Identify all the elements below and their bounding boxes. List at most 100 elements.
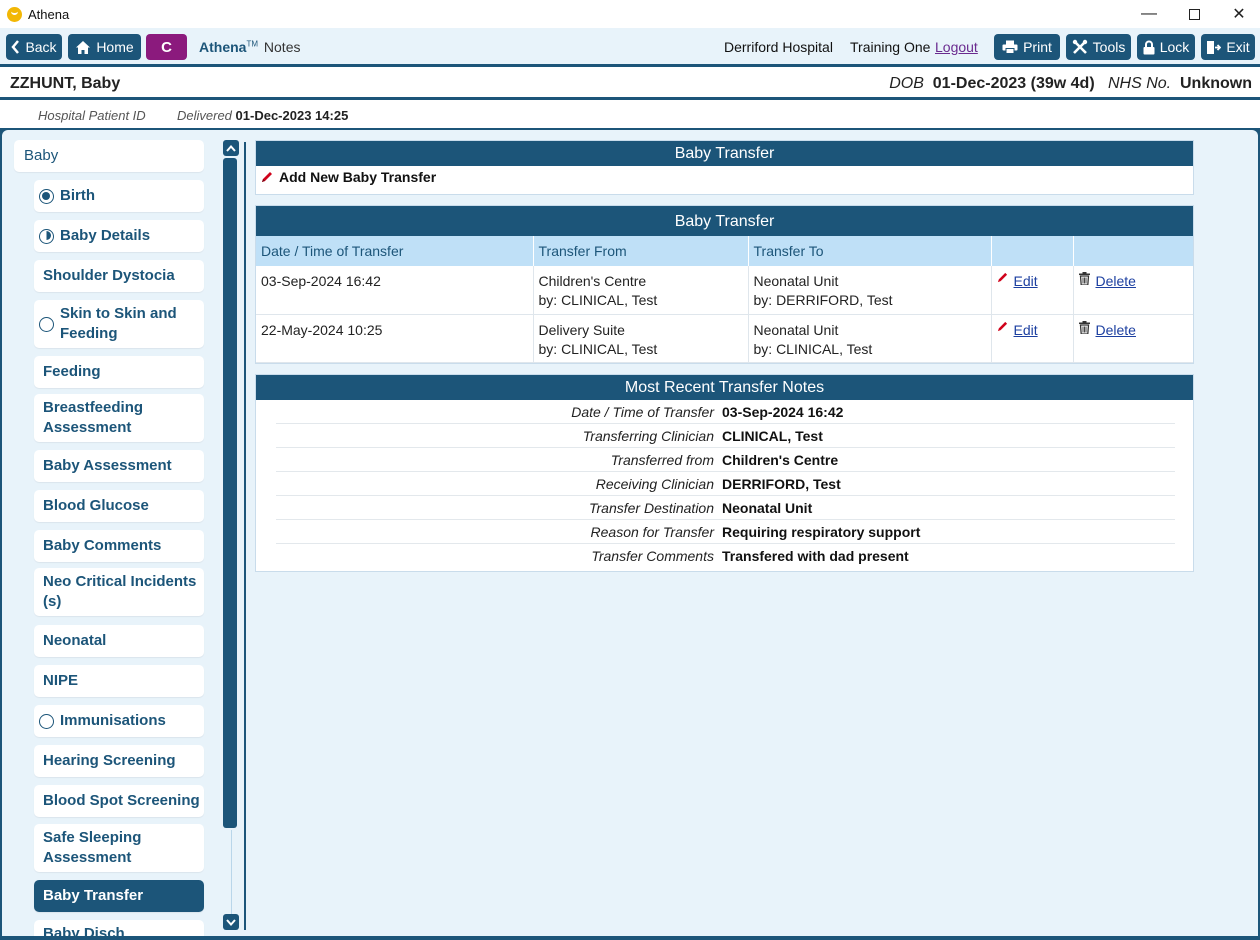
sidebar-header-baby[interactable]: Baby bbox=[14, 140, 204, 172]
sidebar-item-label: Neonatal bbox=[43, 632, 107, 649]
transfer-to-by: by: DERRIFORD, Test bbox=[753, 292, 893, 308]
notes-row: Reason for Transfer Requiring respirator… bbox=[276, 520, 1175, 544]
sidebar-item-label: Safe Sleeping Assessment bbox=[43, 829, 142, 866]
delivered-value: 01-Dec-2023 14:25 bbox=[235, 108, 349, 123]
sidebar-item-baby-assessment[interactable]: Baby Assessment bbox=[34, 450, 204, 482]
column-header: Date / Time of Transfer bbox=[256, 236, 534, 266]
notes-value: Requiring respiratory support bbox=[722, 523, 921, 540]
edit-cell: Edit bbox=[991, 314, 1074, 363]
scroll-down-button[interactable] bbox=[223, 914, 239, 930]
sidebar-item-hearing-screening[interactable]: Hearing Screening bbox=[34, 745, 204, 777]
lock-icon bbox=[1143, 40, 1155, 54]
c-button[interactable]: C bbox=[146, 34, 187, 60]
sidebar-item-neo-critical-incidents[interactable]: Neo Critical Incidents (s) bbox=[34, 568, 204, 616]
close-button[interactable]: ✕ bbox=[1216, 0, 1260, 28]
notes-row: Transfer Destination Neonatal Unit bbox=[276, 496, 1175, 520]
back-button[interactable]: Back bbox=[6, 34, 62, 60]
sidebar-item-breastfeeding[interactable]: Breastfeeding Assessment bbox=[34, 394, 204, 442]
notes-value: Transfered with dad present bbox=[722, 548, 909, 564]
sidebar-item-immunisations[interactable]: Immunisations bbox=[34, 705, 204, 737]
tools-button[interactable]: Tools bbox=[1066, 34, 1131, 60]
transfer-from-cell: Delivery Suite by: CLINICAL, Test bbox=[533, 314, 749, 363]
trash-icon bbox=[1078, 272, 1090, 285]
sidebar-item-shoulder-dystocia[interactable]: Shoulder Dystocia bbox=[34, 260, 204, 292]
sidebar-item-baby-discharge[interactable]: Baby Disch bbox=[34, 920, 204, 936]
home-button[interactable]: Home bbox=[68, 34, 141, 60]
sidebar-item-blood-spot-screening[interactable]: Blood Spot Screening bbox=[34, 785, 204, 817]
status-empty-icon bbox=[39, 316, 54, 332]
maximize-button[interactable] bbox=[1171, 0, 1217, 28]
home-icon bbox=[76, 40, 91, 54]
sidebar-item-blood-glucose[interactable]: Blood Glucose bbox=[34, 490, 204, 522]
delete-label: Delete bbox=[1095, 321, 1136, 338]
edit-link[interactable]: Edit bbox=[997, 272, 1068, 291]
print-button[interactable]: Print bbox=[994, 34, 1060, 60]
notes-label: Transferring Clinician bbox=[582, 427, 714, 444]
brand-name: Athena bbox=[199, 39, 247, 55]
exit-door-icon bbox=[1207, 40, 1222, 54]
transfer-from-by: by: CLINICAL, Test bbox=[538, 340, 658, 357]
transfer-table-panel: Baby Transfer Date / Time of Transfer Tr… bbox=[255, 205, 1194, 364]
printer-icon bbox=[1002, 40, 1018, 54]
main-area: Baby Birth Baby Details Shoulder Dystoci… bbox=[0, 128, 1260, 940]
sidebar-item-baby-transfer[interactable]: Baby Transfer bbox=[34, 880, 204, 912]
print-label: Print bbox=[1023, 39, 1052, 55]
lock-button[interactable]: Lock bbox=[1137, 34, 1195, 60]
notes-row: Receiving Clinician DERRIFORD, Test bbox=[276, 472, 1175, 496]
notes-label: Transfer Destination bbox=[588, 499, 714, 516]
transfer-from-cell: Children's Centre by: CLINICAL, Test bbox=[533, 266, 749, 315]
edit-link[interactable]: Edit bbox=[997, 321, 1068, 340]
transfer-table: Date / Time of Transfer Transfer From Tr… bbox=[256, 236, 1193, 363]
delete-link[interactable]: Delete bbox=[1078, 320, 1189, 340]
sidebar-item-baby-details[interactable]: Baby Details bbox=[34, 220, 204, 252]
column-header: Transfer To bbox=[748, 236, 992, 266]
table-row: 03-Sep-2024 16:42 Children's Centre by: … bbox=[256, 266, 1193, 315]
sidebar-item-skin-to-skin[interactable]: Skin to Skin and Feeding bbox=[34, 300, 204, 348]
notes-label: Reason for Transfer bbox=[590, 523, 714, 540]
sidebar-item-feeding[interactable]: Feeding bbox=[34, 356, 204, 388]
sidebar-item-label: Baby Disch bbox=[43, 925, 125, 936]
sidebar-item-label: Baby Transfer bbox=[43, 887, 144, 904]
sidebar-item-label: Feeding bbox=[43, 363, 101, 380]
column-header bbox=[1073, 236, 1193, 266]
scroll-up-button[interactable] bbox=[223, 140, 239, 156]
notes-label: Date / Time of Transfer bbox=[571, 403, 714, 420]
transfer-table-title: Baby Transfer bbox=[256, 206, 1193, 236]
back-label: Back bbox=[25, 39, 57, 55]
exit-label: Exit bbox=[1226, 39, 1250, 55]
recent-notes-title: Most Recent Transfer Notes bbox=[256, 375, 1193, 400]
toolbar: Back Home C AthenaTM Notes Derriford Hos… bbox=[0, 28, 1260, 64]
sidebar-item-nipe[interactable]: NIPE bbox=[34, 665, 204, 697]
sidebar-item-neonatal[interactable]: Neonatal bbox=[34, 625, 204, 657]
minimize-button[interactable]: — bbox=[1126, 0, 1172, 28]
pencil-icon bbox=[997, 321, 1007, 331]
scrollbar-track[interactable] bbox=[231, 830, 232, 920]
notes-label: Receiving Clinician bbox=[595, 475, 714, 492]
delivered-info: Delivered 01-Dec-2023 14:25 bbox=[177, 108, 348, 123]
exit-button[interactable]: Exit bbox=[1201, 34, 1255, 60]
patient-dob-nhs: DOB 01-Dec-2023 (39w 4d) NHS No. Unknown bbox=[889, 75, 1252, 93]
nhs-value: Unknown bbox=[1180, 75, 1252, 92]
chevron-up-icon bbox=[226, 144, 236, 152]
tools-icon bbox=[1072, 39, 1087, 54]
notes-value: Neonatal Unit bbox=[722, 499, 813, 516]
notes-row: Transferring Clinician CLINICAL, Test bbox=[276, 424, 1175, 448]
sidebar-item-label: Immunisations bbox=[60, 712, 166, 729]
sidebar-item-safe-sleeping[interactable]: Safe Sleeping Assessment bbox=[34, 824, 204, 872]
notes-value: DERRIFORD, Test bbox=[722, 475, 841, 492]
add-new-transfer-link[interactable]: Add New Baby Transfer bbox=[256, 166, 1193, 188]
sidebar-item-baby-comments[interactable]: Baby Comments bbox=[34, 530, 204, 562]
transfer-to-cell: Neonatal Unit by: CLINICAL, Test bbox=[748, 314, 992, 363]
table-header-row: Date / Time of Transfer Transfer From Tr… bbox=[256, 236, 1193, 266]
maximize-icon bbox=[1188, 8, 1200, 20]
hospital-name: Derriford Hospital bbox=[724, 39, 833, 55]
scrollbar-thumb[interactable] bbox=[223, 158, 237, 828]
delivered-label: Delivered bbox=[177, 108, 232, 123]
patient-banner: ZZHUNT, Baby DOB 01-Dec-2023 (39w 4d) NH… bbox=[0, 64, 1260, 100]
delete-link[interactable]: Delete bbox=[1078, 272, 1189, 291]
notes-row: Transfer Comments Transfered with dad pr… bbox=[276, 544, 1175, 568]
sidebar-item-birth[interactable]: Birth bbox=[34, 180, 204, 212]
logout-link[interactable]: Logout bbox=[935, 39, 978, 55]
notes-value: Children's Centre bbox=[722, 451, 839, 468]
sidebar-item-label: Neo Critical Incidents (s) bbox=[43, 573, 197, 610]
